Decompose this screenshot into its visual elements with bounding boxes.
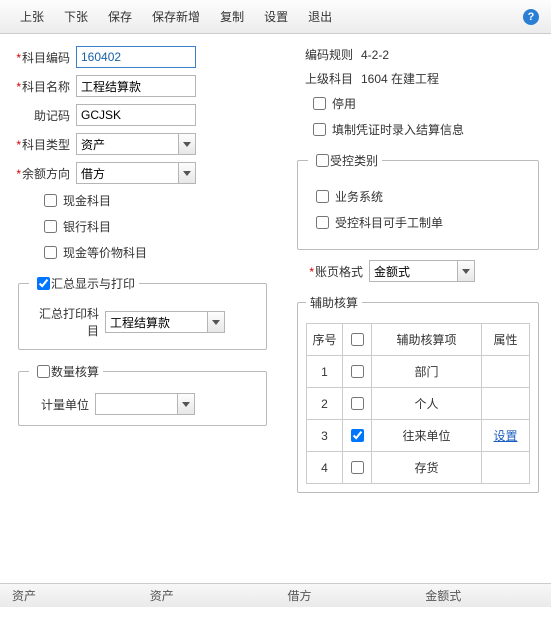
- summary-subject-value[interactable]: [105, 311, 207, 333]
- controlled-group-title: 受控类别: [330, 154, 378, 168]
- subject-type-value[interactable]: [76, 133, 178, 155]
- bank-subject-label: 银行科目: [63, 218, 111, 235]
- balance-dir-combo[interactable]: [76, 162, 196, 184]
- controlled-enable-checkbox[interactable]: [316, 154, 329, 167]
- chevron-down-icon[interactable]: [178, 133, 196, 155]
- left-column: *科目编码 *科目名称 助记码 *科目类型 *余额方向 现金科目: [12, 46, 267, 503]
- aux-group-title: 辅助核算: [310, 296, 358, 310]
- footer-col-3: 借方: [276, 587, 414, 604]
- disabled-label: 停用: [332, 95, 356, 112]
- summary-group: 汇总显示与打印 汇总打印科目: [18, 274, 267, 350]
- cash-subject-checkbox[interactable]: [44, 194, 57, 207]
- tb-prev[interactable]: 上张: [10, 8, 54, 25]
- table-row: 2 个人: [307, 388, 530, 420]
- chevron-down-icon[interactable]: [207, 311, 225, 333]
- qty-enable-checkbox[interactable]: [37, 365, 50, 378]
- manual-voucher-label: 受控科目可手工制单: [335, 214, 443, 231]
- aux-check-all[interactable]: [351, 333, 364, 346]
- aux-col-seq: 序号: [307, 324, 343, 356]
- footer-col-4: 金额式: [413, 587, 551, 604]
- biz-system-label: 业务系统: [335, 188, 383, 205]
- cash-eq-checkbox[interactable]: [44, 246, 57, 259]
- voucher-settle-checkbox[interactable]: [313, 123, 326, 136]
- cash-subject-label: 现金科目: [63, 192, 111, 209]
- help-icon[interactable]: ?: [523, 9, 539, 25]
- footer-col-2: 资产: [138, 587, 276, 604]
- parent-label: 上级科目: [297, 70, 361, 87]
- tb-save[interactable]: 保存: [98, 8, 142, 25]
- summary-enable-checkbox[interactable]: [37, 277, 50, 290]
- table-row: 4 存货: [307, 452, 530, 484]
- tb-copy[interactable]: 复制: [210, 8, 254, 25]
- chevron-down-icon[interactable]: [457, 260, 475, 282]
- uom-label: 计量单位: [41, 398, 89, 412]
- toolbar: 上张 下张 保存 保存新增 复制 设置 退出 ?: [0, 0, 551, 34]
- aux-row-3-config-link[interactable]: 设置: [493, 429, 517, 443]
- biz-system-checkbox[interactable]: [316, 190, 329, 203]
- aux-row-3-checkbox[interactable]: [351, 429, 364, 442]
- subject-name-label: 科目名称: [22, 80, 70, 94]
- subject-type-label: 科目类型: [22, 138, 70, 152]
- footer-bar: 资产 资产 借方 金额式: [0, 583, 551, 607]
- summary-subject-combo[interactable]: [105, 311, 225, 333]
- aux-row-2-checkbox[interactable]: [351, 397, 364, 410]
- aux-row-1-checkbox[interactable]: [351, 365, 364, 378]
- page-format-combo[interactable]: [369, 260, 475, 282]
- page-format-value[interactable]: [369, 260, 457, 282]
- uom-combo[interactable]: [95, 393, 195, 415]
- table-row: 3 往来单位 设置: [307, 420, 530, 452]
- bank-subject-checkbox[interactable]: [44, 220, 57, 233]
- tb-save-add[interactable]: 保存新增: [142, 8, 210, 25]
- summary-group-title: 汇总显示与打印: [51, 277, 135, 291]
- mnemonic-input[interactable]: [76, 104, 196, 126]
- page-format-label: 账页格式: [315, 265, 363, 279]
- balance-dir-value[interactable]: [76, 162, 178, 184]
- aux-col-attr: 属性: [482, 324, 530, 356]
- chevron-down-icon[interactable]: [178, 162, 196, 184]
- aux-group: 辅助核算 序号 辅助核算项 属性 1 部门 2 个人: [297, 294, 539, 493]
- aux-row-4-checkbox[interactable]: [351, 461, 364, 474]
- qty-group-title: 数量核算: [51, 365, 99, 379]
- aux-col-item: 辅助核算项: [372, 324, 482, 356]
- tb-next[interactable]: 下张: [54, 8, 98, 25]
- disabled-checkbox[interactable]: [313, 97, 326, 110]
- coding-rule-value: 4-2-2: [361, 48, 389, 62]
- uom-value[interactable]: [95, 393, 177, 415]
- coding-rule-label: 编码规则: [297, 46, 361, 63]
- controlled-group: 受控类别 业务系统 受控科目可手工制单: [297, 151, 539, 250]
- subject-code-label: 科目编码: [22, 51, 70, 65]
- qty-group: 数量核算 计量单位: [18, 362, 267, 426]
- voucher-settle-label: 填制凭证时录入结算信息: [332, 121, 464, 138]
- table-row: 1 部门: [307, 356, 530, 388]
- right-column: 编码规则 4-2-2 上级科目 1604 在建工程 停用 填制凭证时录入结算信息…: [267, 46, 539, 503]
- subject-type-combo[interactable]: [76, 133, 196, 155]
- summary-subject-label: 汇总打印科目: [39, 307, 99, 338]
- cash-eq-label: 现金等价物科目: [63, 244, 147, 261]
- chevron-down-icon[interactable]: [177, 393, 195, 415]
- subject-name-input[interactable]: [76, 75, 196, 97]
- balance-dir-label: 余额方向: [22, 167, 70, 181]
- subject-code-input[interactable]: [76, 46, 196, 68]
- tb-settings[interactable]: 设置: [254, 8, 298, 25]
- tb-exit[interactable]: 退出: [298, 8, 342, 25]
- parent-value: 1604 在建工程: [361, 70, 439, 87]
- mnemonic-label: 助记码: [34, 109, 70, 123]
- manual-voucher-checkbox[interactable]: [316, 216, 329, 229]
- footer-col-1: 资产: [0, 587, 138, 604]
- content: *科目编码 *科目名称 助记码 *科目类型 *余额方向 现金科目: [0, 34, 551, 523]
- aux-table: 序号 辅助核算项 属性 1 部门 2 个人: [306, 323, 530, 484]
